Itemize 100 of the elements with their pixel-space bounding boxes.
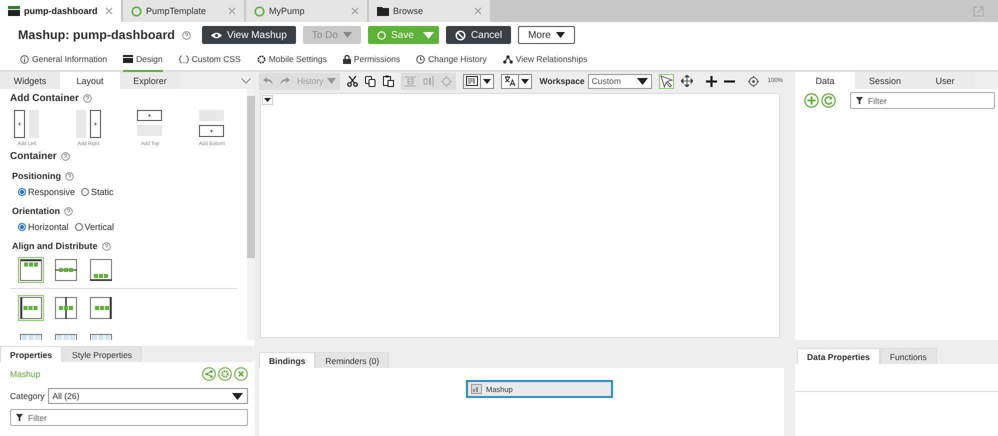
workspace-select[interactable]: Custom (588, 74, 652, 88)
network-icon (502, 54, 513, 64)
close-icon[interactable] (105, 7, 113, 15)
category-select[interactable]: All (26) (48, 388, 248, 404)
filter-field[interactable]: Filter (10, 409, 248, 426)
close-icon[interactable] (228, 7, 236, 15)
canvas-menu-button[interactable] (262, 95, 273, 105)
filter-icon (856, 97, 863, 104)
caret-icon (423, 32, 434, 38)
help-icon[interactable] (64, 206, 74, 216)
field-label: Align and Distribute (12, 241, 98, 251)
ban-icon (454, 30, 466, 40)
caret-icon (264, 98, 271, 102)
panel-tab[interactable]: Layout (60, 72, 120, 89)
editor-tab[interactable]: MyPump (246, 0, 367, 22)
refresh-icon[interactable] (821, 93, 836, 108)
nav-tab[interactable]: Change History (416, 48, 487, 72)
layout-dropdown[interactable] (463, 74, 494, 88)
eye-icon (210, 32, 222, 38)
align-icon (20, 297, 42, 319)
align-icon (20, 259, 42, 281)
radio-option[interactable]: Static (81, 187, 114, 197)
radio-option[interactable]: Vertical (74, 222, 114, 232)
align-option[interactable] (18, 257, 44, 283)
cursor-icon (660, 74, 673, 88)
info-icon (20, 54, 29, 64)
close-icon[interactable] (234, 367, 248, 381)
cut-icon[interactable] (347, 76, 358, 86)
undo-icon[interactable] (263, 77, 273, 85)
clock-icon (416, 54, 426, 64)
panel-right-icon (76, 110, 102, 138)
translate-dropdown[interactable] (501, 74, 532, 88)
panel-tab[interactable]: Data Properties (797, 348, 880, 364)
crosshair-icon[interactable] (748, 76, 759, 86)
header-button[interactable]: View Mashup (202, 26, 296, 44)
close-icon[interactable] (351, 7, 359, 15)
braces-icon (178, 54, 189, 64)
header-button[interactable]: More (518, 26, 575, 44)
align-option[interactable] (53, 295, 79, 321)
panel-tab[interactable]: Functions (880, 348, 937, 364)
filter-icon (16, 414, 23, 421)
layout-icon (8, 6, 20, 16)
caret-icon (483, 78, 492, 84)
pointer-tool-button[interactable] (658, 74, 674, 88)
panel-tab[interactable]: Reminders (0) (315, 352, 390, 368)
page-title: Mashup: pump-dashboard (18, 28, 175, 42)
help-icon[interactable] (182, 30, 191, 40)
layout-icon (466, 76, 478, 86)
panel-tab[interactable]: Style Properties (62, 346, 142, 362)
editor-tab[interactable]: Browse (369, 0, 490, 22)
folder-icon (377, 6, 389, 16)
settings-icon[interactable] (218, 367, 232, 381)
nav-tab[interactable]: Custom CSS (178, 48, 241, 72)
nav-tab[interactable]: Mobile Settings (256, 48, 327, 72)
layout-icon (123, 55, 134, 63)
panel-tab[interactable]: Properties (0, 346, 62, 362)
panel-top-icon (137, 110, 164, 138)
panel-tab[interactable]: Widgets (0, 72, 60, 89)
align-option[interactable] (18, 295, 44, 321)
align-option[interactable] (88, 295, 114, 321)
paste-icon[interactable] (383, 75, 394, 87)
add-icon[interactable] (804, 93, 819, 108)
panel-bottom-icon (198, 110, 225, 138)
panel-tab[interactable]: Explorer (120, 72, 180, 89)
editor-tab[interactable]: pump-dashboard (0, 0, 121, 22)
redo-icon[interactable] (280, 77, 290, 85)
radio-option[interactable]: Responsive (18, 187, 76, 197)
help-icon[interactable] (60, 152, 70, 161)
radio-option[interactable]: Horizontal (18, 222, 69, 232)
help-icon[interactable] (65, 172, 74, 180)
chart-icon (471, 384, 482, 394)
section-title: Add Container (10, 93, 79, 104)
header-button[interactable]: Cancel (446, 26, 512, 44)
align-icon (55, 259, 77, 281)
share-icon[interactable] (202, 367, 216, 381)
filter-field[interactable]: Filter (850, 92, 995, 109)
nav-tab[interactable]: View Relationships (502, 48, 588, 72)
scrollbar[interactable] (247, 89, 255, 340)
nav-tab[interactable]: Permissions (342, 48, 400, 72)
align-option[interactable] (88, 257, 114, 283)
caret-icon (232, 392, 243, 400)
chevron-icon[interactable] (241, 78, 251, 84)
help-icon[interactable] (102, 242, 110, 250)
widget-name: Mashup (10, 369, 42, 379)
copy-icon[interactable] (365, 76, 376, 86)
move-icon[interactable] (680, 75, 693, 87)
align-icon (90, 297, 112, 319)
help-icon[interactable] (82, 94, 92, 103)
zoom-out-icon[interactable] (724, 80, 735, 82)
editor-tab[interactable]: PumpTemplate (123, 0, 244, 22)
panel-tab[interactable]: Data (795, 72, 855, 89)
nav-tab[interactable]: General Information (20, 48, 108, 72)
translate-icon (504, 76, 516, 86)
caret-icon (556, 32, 565, 38)
field-label: Positioning (12, 171, 61, 181)
zoom-in-icon[interactable] (706, 76, 717, 86)
caret-icon (327, 78, 336, 84)
panel-tab[interactable]: Bindings (259, 352, 316, 368)
close-icon[interactable] (474, 7, 482, 15)
workspace-label: Workspace (539, 76, 585, 86)
